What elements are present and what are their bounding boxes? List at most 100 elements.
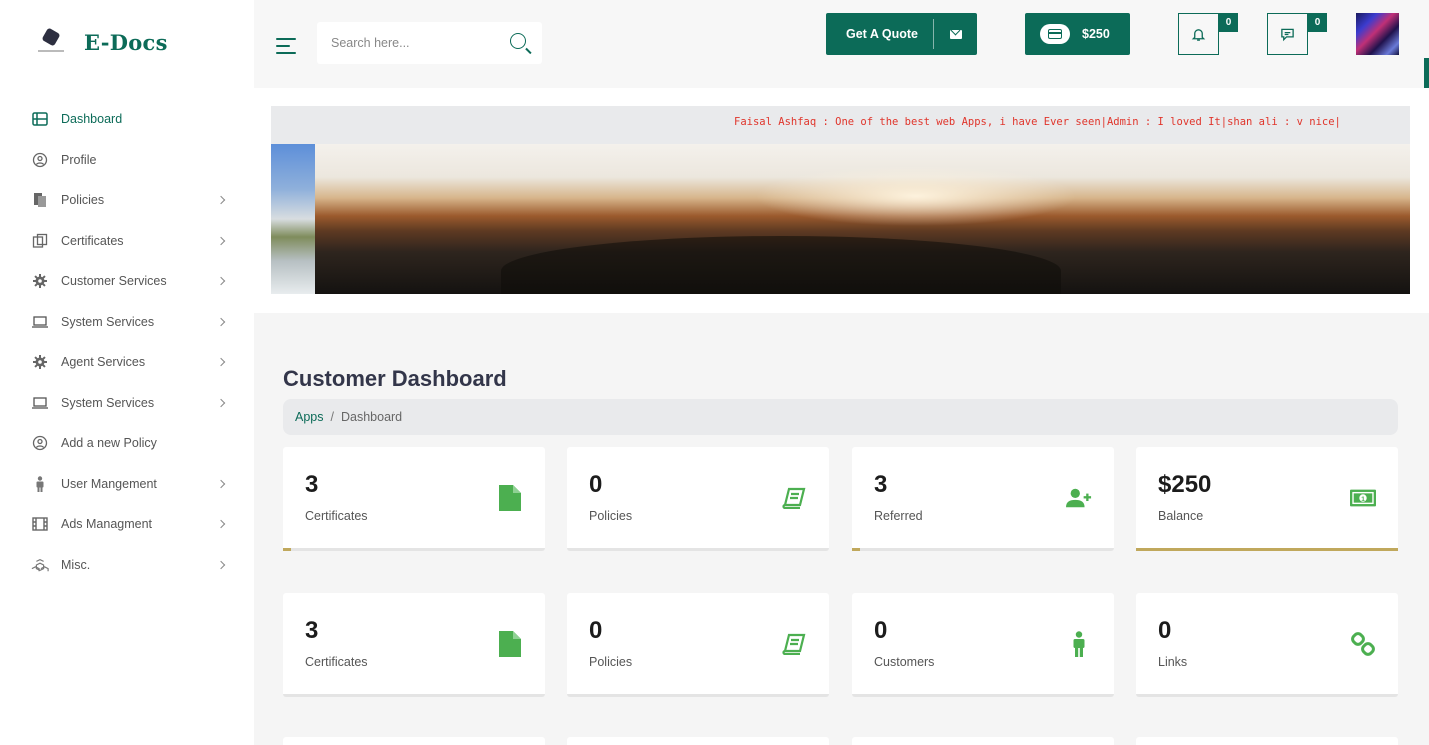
money-icon: 1 [1350, 485, 1376, 511]
stat-card-policies[interactable]: 0 Policies [567, 447, 829, 551]
laptop-icon [31, 314, 49, 330]
gear-icon [31, 354, 49, 370]
stat-value: $250 [1158, 471, 1212, 498]
stat-card-customers[interactable]: 0 Customers [852, 593, 1114, 697]
chevron-right-icon [216, 479, 226, 488]
get-quote-label: Get A Quote [846, 27, 918, 41]
stat-card-balance[interactable]: $250 Balance 1 [1136, 447, 1398, 551]
stat-label: Customers [874, 655, 935, 669]
sidebar-item-policies[interactable]: Policies [0, 180, 254, 221]
menu-toggle-button[interactable] [276, 38, 296, 59]
notifications-badge: 0 [1219, 13, 1238, 32]
testimonial-ticker: Faisal Ashfaq : One of the best web Apps… [271, 106, 1410, 144]
stat-label: Referred [874, 509, 923, 523]
topbar: Get A Quote $250 0 0 [254, 0, 1429, 108]
sidebar-item-dashboard[interactable]: Dashboard [0, 99, 254, 140]
stat-label: Policies [589, 655, 633, 669]
chevron-right-icon [216, 520, 226, 529]
search-box [317, 22, 542, 64]
person-icon [1066, 631, 1092, 657]
sidebar-item-label: Customer Services [61, 274, 167, 289]
credit-card-icon [1040, 24, 1070, 44]
file-icon [497, 485, 523, 511]
logo[interactable]: E-Docs [36, 26, 168, 58]
bell-icon [1191, 28, 1206, 41]
profile-icon [31, 435, 49, 451]
envelope-icon [934, 29, 977, 39]
sidebar-item-label: System Services [61, 395, 155, 410]
get-quote-button[interactable]: Get A Quote [826, 13, 977, 55]
stat-label: Certificates [305, 509, 368, 523]
sidebar-item-label: Agent Services [61, 355, 146, 370]
sidebar-item-label: Add a new Policy [61, 436, 157, 451]
stat-card-certificates[interactable]: 3 Certificates [283, 593, 545, 697]
chevron-right-icon [216, 358, 226, 367]
stat-card[interactable] [567, 737, 829, 745]
book-icon [781, 631, 807, 657]
logo-text: E-Docs [84, 29, 168, 55]
profile-icon [31, 152, 49, 168]
messages-badge: 0 [1308, 13, 1327, 32]
sidebar-item-ads-managment[interactable]: Ads Managment [0, 504, 254, 545]
sidebar-item-user-mangement[interactable]: User Mangement [0, 464, 254, 505]
sidebar-item-system-services[interactable]: System Services [0, 302, 254, 343]
stat-card-policies[interactable]: 0 Policies [567, 593, 829, 697]
stat-card-referred[interactable]: 3 Referred [852, 447, 1114, 551]
sidebar-item-profile[interactable]: Profile [0, 140, 254, 181]
sidebar-item-add-a-new-policy[interactable]: Add a new Policy [0, 423, 254, 464]
gear-icon [31, 273, 49, 289]
sidebar-item-label: User Mangement [61, 476, 157, 491]
stat-value: 3 [305, 617, 319, 644]
banner-section: Faisal Ashfaq : One of the best web Apps… [254, 88, 1429, 313]
chevron-right-icon [216, 398, 226, 407]
book-icon [781, 485, 807, 511]
sidebar-item-label: Certificates [61, 233, 124, 248]
sidebar-item-label: Dashboard [61, 112, 123, 127]
breadcrumb: Apps / Dashboard [283, 399, 1398, 435]
sidebar-item-label: Misc. [61, 557, 91, 572]
wallet-button[interactable]: $250 [1025, 13, 1130, 55]
stat-card[interactable] [852, 737, 1114, 745]
stat-card-certificates[interactable]: 3 Certificates [283, 447, 545, 551]
page-title: Customer Dashboard [283, 366, 507, 391]
stat-label: Certificates [305, 655, 368, 669]
laptop-icon [31, 395, 49, 411]
chevron-right-icon [216, 196, 226, 205]
stat-card[interactable] [1136, 737, 1398, 745]
chevron-right-icon [216, 236, 226, 245]
progress-bar [1136, 548, 1398, 551]
avatar[interactable] [1356, 13, 1399, 55]
stat-value: 0 [589, 471, 603, 498]
stat-value: 3 [305, 471, 319, 498]
sidebar-item-system-services[interactable]: System Services [0, 383, 254, 424]
search-icon[interactable] [510, 33, 526, 49]
chevron-right-icon [216, 277, 226, 286]
certificates-icon [31, 233, 49, 249]
breadcrumb-current: Dashboard [340, 410, 403, 424]
sidebar-item-customer-services[interactable]: Customer Services [0, 261, 254, 302]
stat-card-links[interactable]: 0 Links [1136, 593, 1398, 697]
sidebar-item-misc[interactable]: Misc. [0, 545, 254, 586]
stat-value: 0 [874, 617, 888, 644]
search-input[interactable] [317, 36, 497, 50]
banner-image [271, 144, 1410, 294]
svg-text:1: 1 [1361, 496, 1365, 503]
breadcrumb-separator: / [330, 410, 334, 424]
sidebar-nav: Dashboard Profile Policies Certificates Cust… [0, 99, 254, 585]
stat-label: Policies [589, 509, 633, 523]
sidebar-item-certificates[interactable]: Certificates [0, 221, 254, 262]
messages-button[interactable]: 0 [1267, 13, 1327, 55]
sidebar-item-agent-services[interactable]: Agent Services [0, 342, 254, 383]
breadcrumb-apps-link[interactable]: Apps [295, 410, 324, 424]
policies-icon [31, 192, 49, 208]
stat-card[interactable] [283, 737, 545, 745]
chevron-right-icon [216, 317, 226, 326]
file-icon [497, 631, 523, 657]
banner-slide-edge [271, 144, 315, 294]
sidebar-item-label: System Services [61, 314, 155, 329]
sidebar-item-label: Profile [61, 152, 97, 167]
banner-road [501, 236, 1061, 294]
stat-value: 3 [874, 471, 888, 498]
stat-label: Links [1158, 655, 1188, 669]
notifications-button[interactable]: 0 [1178, 13, 1238, 55]
